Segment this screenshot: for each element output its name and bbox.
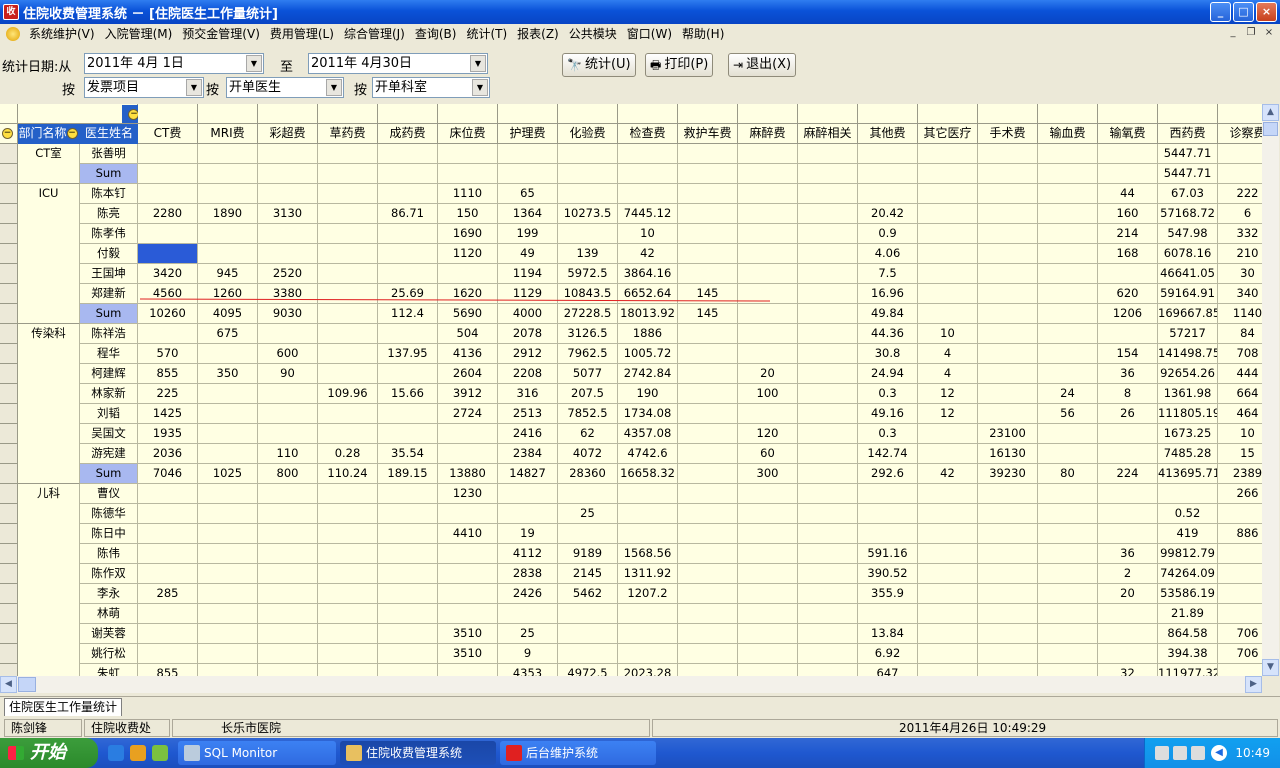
title-bar: 收 住院收费管理系统 － [住院医生工作量统计] _ □ × (0, 0, 1280, 24)
printer-icon: 🖶 (650, 58, 662, 72)
menu-item[interactable]: 窗口(W) (622, 25, 677, 43)
menu-item[interactable]: 统计(T) (461, 25, 512, 43)
scroll-thumb[interactable] (1263, 122, 1278, 136)
keyboard-icon[interactable] (1155, 746, 1169, 760)
mdi-restore-icon[interactable]: ❐ (1244, 26, 1258, 40)
status-hospital: 长乐市医院 (172, 719, 650, 737)
taskbar-item-hospital-billing[interactable]: 住院收费管理系统 (340, 741, 496, 765)
scroll-left-icon[interactable]: ◀ (0, 676, 17, 693)
print-button[interactable]: 🖶 打印(P) (645, 53, 714, 77)
date-to-picker[interactable]: 2011年 4月30日 ▼ (308, 53, 488, 74)
date-to-value: 2011年 4月30日 (311, 56, 413, 71)
tray-clock: 10:49 (1235, 746, 1270, 760)
mdi-minimize-icon[interactable]: _ (1226, 26, 1240, 40)
scroll-up-icon[interactable]: ▲ (1262, 104, 1279, 121)
chevron-down-icon[interactable]: ▼ (326, 79, 342, 96)
minimize-button[interactable]: _ (1210, 2, 1231, 22)
tab-doctor-workload[interactable]: 住院医生工作量统计 (4, 698, 123, 716)
group-by-item-select[interactable]: 发票项目 ▼ (84, 77, 204, 98)
by-label-3: 按 (354, 83, 368, 98)
menu-item[interactable]: 报表(Z) (512, 25, 564, 43)
date-from-picker[interactable]: 2011年 4月 1日 ▼ (84, 53, 264, 74)
windows-logo-icon (8, 746, 24, 760)
menu-item[interactable]: 查询(B) (410, 25, 462, 43)
scroll-right-icon[interactable]: ▶ (1245, 676, 1262, 693)
taskbar-item-backend[interactable]: 后台维护系统 (500, 741, 656, 765)
menu-item[interactable]: 预交金管理(V) (177, 25, 265, 43)
taskbar: 开始 SQL Monitor 住院收费管理系统 后台维护系统 ◀ 10:49 (0, 738, 1280, 768)
menu-item[interactable]: 公共模块 (564, 25, 622, 43)
chevron-down-icon[interactable]: ▼ (472, 79, 488, 96)
date-from-value: 2011年 4月 1日 (87, 56, 184, 71)
start-button[interactable]: 开始 (0, 738, 98, 768)
menu-item[interactable]: 帮助(H) (677, 25, 729, 43)
red-cross-icon (506, 745, 522, 761)
chevron-down-icon[interactable]: ▼ (470, 55, 486, 72)
mdi-close-icon[interactable]: × (1262, 26, 1276, 40)
taskbar-item-label: 住院收费管理系统 (366, 746, 463, 760)
menu-item[interactable]: 综合管理(J) (339, 25, 410, 43)
group-by-dept-select[interactable]: 开单科室 ▼ (372, 77, 490, 98)
mdi-child-icon[interactable] (6, 27, 20, 41)
menu-item[interactable]: 系统维护(V) (24, 25, 100, 43)
scroll-thumb-h[interactable] (18, 677, 36, 692)
chevron-down-icon[interactable]: ▼ (246, 55, 262, 72)
stat-button-label: 统计(U) (584, 57, 631, 72)
mdi-tab-bar: 住院医生工作量统计 (0, 696, 1280, 716)
pivot-grid[interactable]: −项目名称−部门名称−医生姓名CT费MRI费彩超费草药费成药费床位费护理费化验费… (0, 104, 1262, 676)
group-by-doctor-select[interactable]: 开单医生 ▼ (226, 77, 344, 98)
menu-item[interactable]: 费用管理(L) (265, 25, 339, 43)
help-icon[interactable] (1173, 746, 1187, 760)
by-label-2: 按 (206, 83, 220, 98)
print-button-label: 打印(P) (664, 57, 709, 72)
status-dept: 住院收费处 (84, 719, 170, 737)
system-tray: ◀ 10:49 (1144, 738, 1280, 768)
group-by-doctor-value: 开单医生 (229, 80, 282, 95)
taskbar-item-label: 后台维护系统 (526, 746, 599, 760)
horizontal-scrollbar[interactable]: ◀ ▶ (0, 676, 1262, 693)
network-icon[interactable] (1191, 746, 1205, 760)
by-label-1: 按 (62, 83, 76, 98)
stat-button[interactable]: 🔭 统计(U) (562, 53, 636, 77)
exit-door-icon: ⇥ (733, 58, 744, 72)
hospital-billing-icon (346, 745, 362, 761)
group-by-dept-value: 开单科室 (375, 80, 428, 95)
chevron-down-icon[interactable]: ▼ (186, 79, 202, 96)
status-bar: 陈剑锋 住院收费处 长乐市医院 2011年4月26日 10:49:29 (0, 718, 1280, 738)
close-button[interactable]: × (1256, 2, 1277, 22)
ie-icon[interactable] (108, 745, 124, 761)
group-by-item-value: 发票项目 (87, 80, 140, 95)
app-icon: 收 (3, 4, 19, 20)
quicklaunch-icon[interactable] (130, 745, 146, 761)
binoculars-icon: 🔭 (567, 58, 582, 72)
chevron-left-icon[interactable]: ◀ (1211, 745, 1227, 761)
annotation-line (139, 298, 771, 302)
quicklaunch-icon-2[interactable] (152, 745, 168, 761)
window-title: 住院收费管理系统 － [住院医生工作量统计] (23, 6, 278, 22)
to-label: 至 (280, 60, 294, 75)
status-datetime: 2011年4月26日 10:49:29 (652, 719, 1278, 737)
sql-monitor-icon (184, 745, 200, 761)
exit-button[interactable]: ⇥ 退出(X) (728, 53, 797, 77)
start-label: 开始 (30, 742, 66, 763)
scroll-down-icon[interactable]: ▼ (1262, 659, 1279, 676)
taskbar-item-label: SQL Monitor (204, 746, 278, 760)
criteria-panel: 统计日期:从 2011年 4月 1日 ▼ 至 2011年 4月30日 ▼ 按 发票项… (0, 48, 1280, 104)
maximize-button[interactable]: □ (1233, 2, 1254, 22)
menu-bar: 系统维护(V) 入院管理(M) 预交金管理(V) 费用管理(L) 综合管理(J) 查询(B… (0, 24, 1280, 44)
exit-button-label: 退出(X) (746, 57, 792, 72)
status-user: 陈剑锋 (4, 719, 82, 737)
vertical-scrollbar[interactable]: ▲ ▼ (1262, 104, 1279, 676)
taskbar-item-sql-monitor[interactable]: SQL Monitor (178, 741, 336, 765)
date-label: 统计日期:从 (2, 60, 72, 75)
menu-item[interactable]: 入院管理(M) (100, 25, 178, 43)
